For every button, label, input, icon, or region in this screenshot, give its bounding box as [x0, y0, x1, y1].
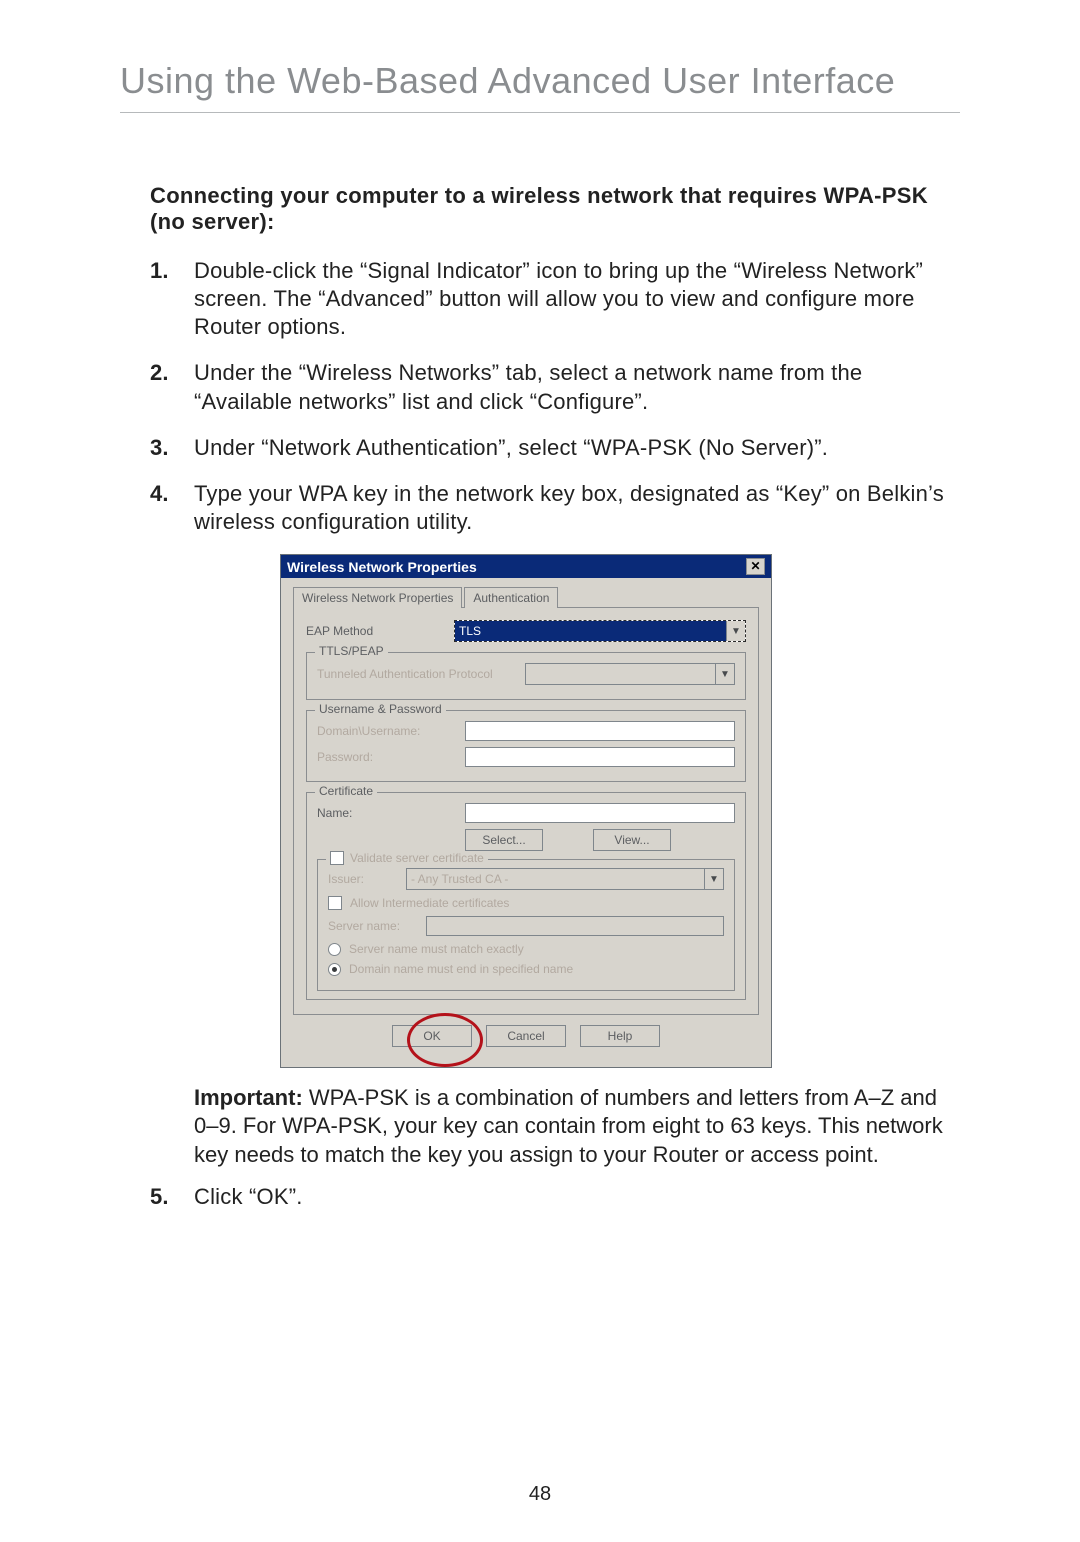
step-number: 1. — [150, 257, 176, 341]
chevron-down-icon: ▼ — [715, 664, 734, 684]
chevron-down-icon[interactable]: ▼ — [726, 621, 745, 641]
important-label: Important: — [194, 1085, 303, 1110]
domain-name-end-label: Domain name must end in specified name — [349, 962, 573, 976]
server-name-label: Server name: — [328, 919, 418, 933]
step-text: Under “Network Authentication”, select “… — [194, 434, 828, 462]
page-number: 48 — [0, 1483, 1080, 1506]
step-text: Double-click the “Signal Indicator” icon… — [194, 257, 960, 341]
tunneled-auth-protocol-select: ▼ — [525, 663, 735, 685]
domain-username-input[interactable] — [465, 721, 735, 741]
step-number: 3. — [150, 434, 176, 462]
eap-method-value: TLS — [455, 621, 726, 641]
allow-intermediate-label: Allow Intermediate certificates — [350, 896, 509, 910]
page-title: Using the Web-Based Advanced User Interf… — [120, 60, 960, 102]
step-text: Type your WPA key in the network key box… — [194, 480, 960, 536]
dialog-title-text: Wireless Network Properties — [287, 559, 477, 575]
validate-server-cert-checkbox[interactable] — [330, 851, 344, 865]
tunneled-auth-protocol-label: Tunneled Authentication Protocol — [317, 667, 517, 681]
domain-username-label: Domain\Username: — [317, 724, 457, 738]
server-name-input — [426, 916, 724, 936]
ok-button[interactable]: OK — [392, 1025, 472, 1047]
server-name-match-exactly-radio[interactable] — [328, 943, 341, 956]
cert-name-label: Name: — [317, 806, 457, 820]
validate-server-cert-label: Validate server certificate — [350, 851, 484, 865]
step-number: 5. — [150, 1183, 176, 1211]
section-subheading: Connecting your computer to a wireless n… — [150, 183, 960, 235]
select-button[interactable]: Select... — [465, 829, 543, 851]
ttls-peap-legend: TTLS/PEAP — [315, 644, 388, 658]
steps-list-continued: 5. Click “OK”. — [150, 1183, 960, 1211]
certificate-legend: Certificate — [315, 784, 377, 798]
issuer-value: - Any Trusted CA - — [407, 869, 704, 889]
step-number: 4. — [150, 480, 176, 536]
view-button[interactable]: View... — [593, 829, 671, 851]
step-text: Click “OK”. — [194, 1183, 303, 1211]
tab-authentication[interactable]: Authentication — [464, 587, 558, 608]
close-icon[interactable]: ✕ — [746, 558, 765, 575]
password-input[interactable] — [465, 747, 735, 767]
help-button[interactable]: Help — [580, 1025, 660, 1047]
allow-intermediate-checkbox[interactable] — [328, 896, 342, 910]
issuer-label: Issuer: — [328, 872, 398, 886]
cancel-button[interactable]: Cancel — [486, 1025, 566, 1047]
dialog-wireless-network-properties: Wireless Network Properties ✕ Wireless N… — [280, 554, 772, 1068]
tab-wireless-network-properties[interactable]: Wireless Network Properties — [293, 587, 462, 608]
cert-name-input[interactable] — [465, 803, 735, 823]
eap-method-label: EAP Method — [306, 624, 446, 638]
issuer-select: - Any Trusted CA - ▼ — [406, 868, 724, 890]
step-text: Under the “Wireless Networks” tab, selec… — [194, 359, 960, 415]
server-name-match-exactly-label: Server name must match exactly — [349, 942, 524, 956]
steps-list: 1. Double-click the “Signal Indicator” i… — [150, 257, 960, 536]
important-text: WPA-PSK is a combination of numbers and … — [194, 1085, 943, 1166]
chevron-down-icon: ▼ — [704, 869, 723, 889]
domain-name-end-radio[interactable] — [328, 963, 341, 976]
step-number: 2. — [150, 359, 176, 415]
password-label: Password: — [317, 750, 457, 764]
eap-method-select[interactable]: TLS ▼ — [454, 620, 746, 642]
username-password-legend: Username & Password — [315, 702, 446, 716]
title-rule — [120, 112, 960, 113]
